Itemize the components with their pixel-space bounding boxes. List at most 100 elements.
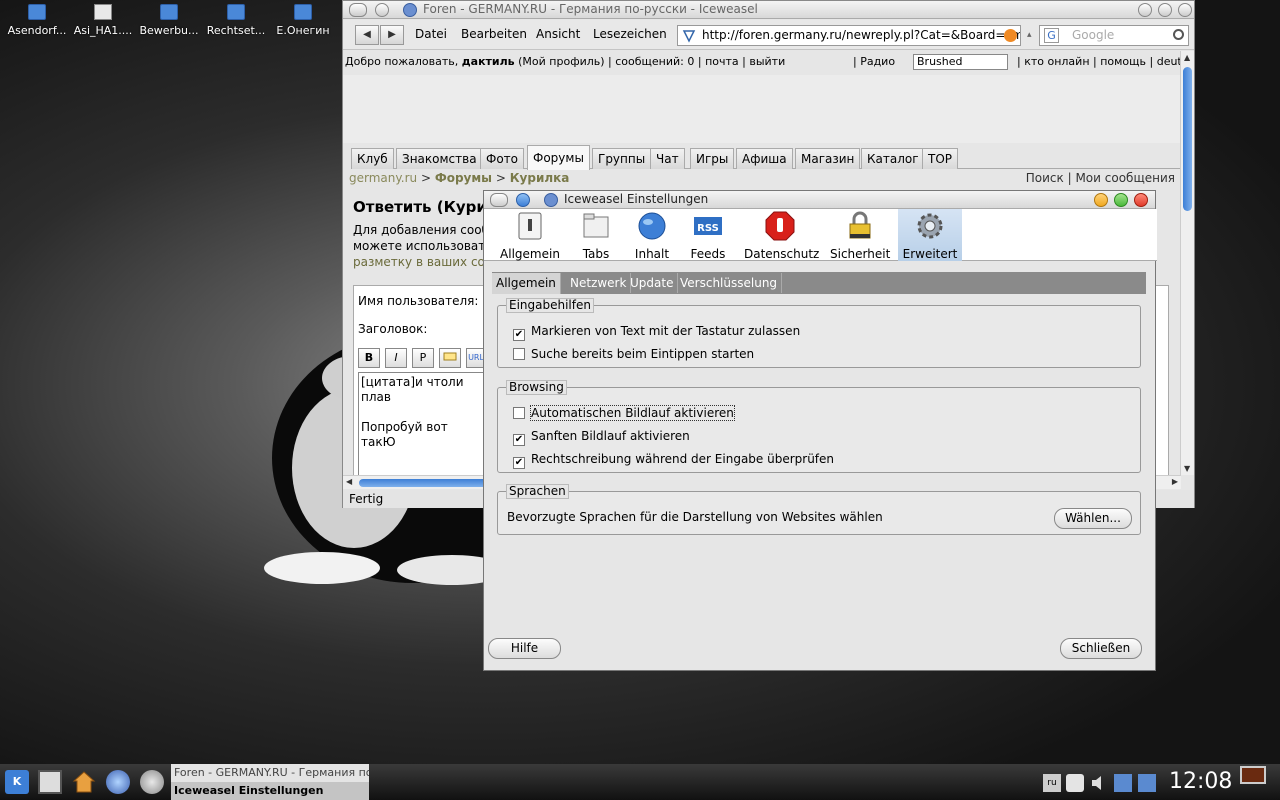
menu-bearbeiten[interactable]: Bearbeiten [461, 27, 527, 41]
tab-afisha[interactable]: Афиша [736, 148, 793, 169]
checkbox-checked-icon[interactable]: ✔ [513, 457, 525, 469]
desktop-icon-asi[interactable]: Asi_HA1.... [70, 4, 136, 37]
scroll-left-icon[interactable]: ◀ [346, 477, 352, 486]
prefs-tab-erweitert[interactable]: Erweitert [898, 209, 962, 261]
tab-groups[interactable]: Группы [592, 148, 652, 169]
close-button[interactable]: Schließen [1060, 638, 1142, 659]
help-button[interactable]: Hilfe [488, 638, 561, 659]
tab-forums[interactable]: Форумы [527, 145, 590, 170]
checkbox-checked-icon[interactable]: ✔ [513, 434, 525, 446]
minimize-icon[interactable] [1094, 193, 1108, 207]
tab-top[interactable]: TOP [922, 148, 959, 169]
window-menu-icon[interactable] [490, 193, 508, 207]
terminal-icon[interactable] [38, 770, 62, 794]
prefs-tab-datenschutz[interactable]: Datenschutz [744, 209, 819, 261]
clock[interactable]: 12:08 [1169, 769, 1232, 794]
prefs-tab-sicherheit[interactable]: Sicherheit [830, 209, 890, 261]
checkbox-checked-icon[interactable]: ✔ [513, 329, 525, 341]
breadcrumb-board[interactable]: Курилка [510, 171, 570, 185]
minimize-icon[interactable] [1138, 3, 1152, 17]
svg-text:RSS: RSS [697, 223, 719, 234]
paragraph-button[interactable]: P [412, 348, 434, 368]
checkbox-spellcheck[interactable]: ✔ Rechtschreibung während der Eingabe übe… [513, 452, 834, 469]
scroll-up-icon[interactable]: ▲ [1184, 53, 1190, 62]
back-button[interactable]: ◀ [355, 25, 379, 45]
prefs-tab-tabs[interactable]: Tabs [574, 209, 618, 261]
search-dropdown-icon[interactable]: ▴ [1027, 30, 1032, 40]
checkbox-autoscroll[interactable]: Automatischen Bildlauf aktivieren [513, 405, 735, 421]
checkbox-keyboard-select[interactable]: ✔ Markieren von Text mit der Tastatur zul… [513, 324, 800, 341]
url-input[interactable]: http://foren.germany.ru/newreply.pl?Cat=… [677, 25, 1021, 46]
maximize-icon[interactable] [1158, 3, 1172, 17]
browser-titlebar[interactable]: Foren - GERMANY.RU - Германия по-русски … [343, 1, 1194, 19]
kde-menu-icon[interactable]: K [5, 770, 29, 794]
sticky-icon[interactable] [516, 193, 530, 207]
desktop-pager-icon[interactable] [1240, 766, 1266, 784]
volume-icon[interactable] [1090, 774, 1108, 792]
prefs-tab-feeds[interactable]: RSS Feeds [686, 209, 730, 261]
task-browser[interactable]: Foren - GERMANY.RU - Германия по-русски [171, 764, 369, 782]
konqueror-icon[interactable] [106, 770, 130, 794]
go-icon[interactable] [1004, 29, 1017, 42]
search-input[interactable]: G Google [1039, 25, 1189, 46]
tab-games[interactable]: Игры [690, 148, 735, 169]
mixer-icon[interactable] [1066, 774, 1084, 792]
google-icon[interactable]: G [1044, 28, 1059, 43]
subtab-allgemein[interactable]: Allgemein [492, 273, 561, 294]
close-icon[interactable] [1178, 3, 1192, 17]
desktop-icon-bewerbu[interactable]: Bewerbu... [136, 4, 202, 37]
prefs-tab-allgemein[interactable]: Allgemein [498, 209, 562, 261]
dialog-titlebar[interactable]: Iceweasel Einstellungen [484, 191, 1155, 209]
subtab-netzwerk[interactable]: Netzwerk [566, 273, 632, 293]
checkbox-find-as-you-type[interactable]: Suche bereits beim Eintippen starten [513, 347, 754, 361]
task-preferences[interactable]: Iceweasel Einstellungen [171, 782, 369, 800]
checkbox-smooth-scroll[interactable]: ✔ Sanften Bildlauf aktivieren [513, 429, 690, 446]
italic-button[interactable]: I [385, 348, 407, 368]
checkbox-unchecked-icon[interactable] [513, 407, 525, 419]
desktop-icon-asendorf[interactable]: Asendorf... [4, 4, 70, 37]
breadcrumb-forums[interactable]: Форумы [435, 171, 492, 185]
tab-catalog[interactable]: Каталог [861, 148, 925, 169]
home-icon[interactable] [72, 770, 96, 794]
user-tail-links[interactable]: | кто онлайн | помощь | deutsch [1017, 55, 1181, 68]
subtab-update[interactable]: Update [626, 273, 679, 293]
menu-ansicht[interactable]: Ansicht [536, 27, 580, 41]
search-my-messages-links[interactable]: Поиск | Мои сообщения [1026, 171, 1175, 185]
maximize-icon[interactable] [1114, 193, 1128, 207]
search-icon[interactable] [1173, 29, 1184, 40]
window-menu-icon[interactable] [349, 3, 367, 17]
checkbox-unchecked-icon[interactable] [513, 348, 525, 360]
vertical-scrollbar[interactable]: ▲ ▼ [1180, 51, 1194, 475]
scroll-right-icon[interactable]: ▶ [1172, 477, 1178, 486]
quote-icon[interactable] [439, 348, 461, 368]
close-icon[interactable] [1134, 193, 1148, 207]
bold-button[interactable]: B [358, 348, 380, 368]
keyboard-layout-indicator[interactable]: ru [1043, 774, 1061, 792]
tab-shop[interactable]: Магазин [795, 148, 861, 169]
breadcrumb-site[interactable]: germany.ru [349, 171, 417, 185]
horizontal-scroll-thumb[interactable] [359, 479, 489, 487]
scroll-down-icon[interactable]: ▼ [1184, 464, 1190, 473]
radio-link[interactable]: | Радио [853, 55, 895, 68]
menu-lesezeichen[interactable]: Lesezeichen [593, 27, 667, 41]
menu-datei[interactable]: Datei [415, 27, 447, 41]
choose-languages-button[interactable]: Wählen... [1054, 508, 1132, 529]
sticky-icon[interactable] [375, 3, 389, 17]
prefs-tab-inhalt[interactable]: Inhalt [632, 209, 672, 261]
tab-chat[interactable]: Чат [650, 148, 685, 169]
tab-photo[interactable]: Фото [480, 148, 525, 169]
user-links[interactable]: (Мой профиль) | сообщений: 0 | почта | в… [518, 55, 785, 68]
message-textarea[interactable]: [цитата]и чтоли плав Попробуй вот такЮ [358, 372, 488, 475]
network-icon-2[interactable] [1138, 774, 1156, 792]
desktop-icon-onegin[interactable]: E.Онегин [270, 4, 336, 37]
markup-link[interactable]: разметку в ваших сообщениях [353, 254, 493, 270]
desktop-icon-rechtset[interactable]: Rechtset... [203, 4, 269, 37]
tab-dating[interactable]: Знакомства [396, 148, 483, 169]
forward-button[interactable]: ▶ [380, 25, 404, 45]
settings-icon[interactable] [140, 770, 164, 794]
tab-club[interactable]: Клуб [351, 148, 394, 169]
radio-select[interactable]: Brushed [913, 54, 1008, 70]
vertical-scroll-thumb[interactable] [1183, 67, 1192, 211]
network-icon[interactable] [1114, 774, 1132, 792]
subtab-verschluesselung[interactable]: Verschlüsselung [676, 273, 783, 293]
